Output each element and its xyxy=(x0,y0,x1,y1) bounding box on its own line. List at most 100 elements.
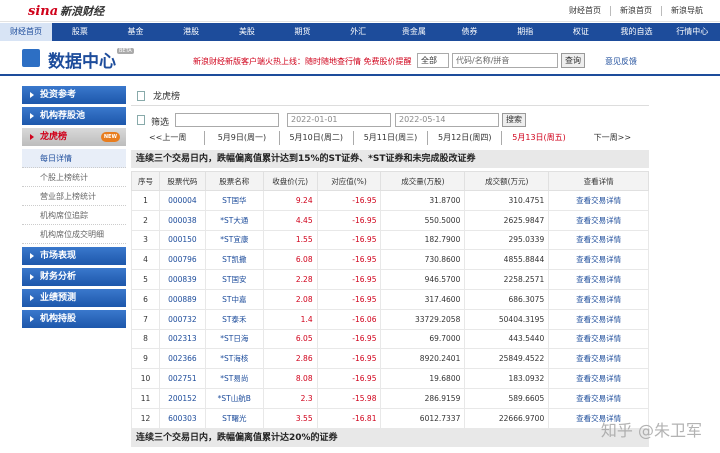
start-date-input[interactable]: 2022-01-01 xyxy=(287,113,391,127)
sidebar-item-3[interactable]: 机构席位追踪 xyxy=(22,206,126,225)
table-row: 11 200152 *ST山航B 2.3 -15.98 286.9159 589.6605 查… xyxy=(131,387,649,409)
sidebar-item-1[interactable]: 个股上榜统计 xyxy=(22,168,126,187)
cell-股票名称[interactable]: *ST大通 xyxy=(204,209,264,231)
day-link-6[interactable]: 下一周>> xyxy=(576,131,649,145)
cell-成交额(万元): 443.5440 xyxy=(464,328,550,350)
page-title: 数据中心 xyxy=(48,52,116,72)
nav-item-7[interactable]: 贵金属 xyxy=(386,23,442,41)
cell-查看详情[interactable]: 查看交易详情 xyxy=(548,328,649,350)
day-link-1[interactable]: 5月9日(周一) xyxy=(204,131,278,145)
sidebar-section-label: 机构持股 xyxy=(40,314,77,324)
cell-股票名称[interactable]: ST泰禾 xyxy=(204,308,264,330)
cell-查看详情[interactable]: 查看交易详情 xyxy=(548,269,649,290)
nav-item-0[interactable]: 财经首页 xyxy=(0,23,52,41)
cell-收盘价(元): 2.08 xyxy=(262,288,318,310)
nav-item-1[interactable]: 股票 xyxy=(52,23,108,41)
day-link-5[interactable]: 5月13日(周五) xyxy=(501,131,575,145)
cell-序号: 12 xyxy=(131,407,160,429)
sidebar-section-5[interactable]: 业绩预测 xyxy=(22,289,126,307)
cell-查看详情[interactable]: 查看交易详情 xyxy=(548,190,649,211)
triangle-icon xyxy=(30,295,34,301)
nav-item-8[interactable]: 债券 xyxy=(442,23,498,41)
cell-股票代码[interactable]: 000839 xyxy=(158,269,206,290)
search-scope-select[interactable]: 全部 xyxy=(417,53,449,68)
query-button[interactable]: 查询 xyxy=(561,53,585,68)
promo-link[interactable]: 新浪财经新版客户端火热上线：随时随地查行情 免费股价提醒 xyxy=(193,56,412,67)
cell-股票代码[interactable]: 000038 xyxy=(158,209,206,231)
sidebar-item-2[interactable]: 营业部上榜统计 xyxy=(22,187,126,206)
feedback-link[interactable]: 意见反馈 xyxy=(605,56,637,67)
stock-search-input[interactable]: 代码/名称/拼音 xyxy=(452,53,558,68)
cell-成交额(万元): 183.0932 xyxy=(464,368,550,389)
table-row: 10 002751 *ST易尚 8.08 -16.95 19.6800 183.0932 查看… xyxy=(131,368,649,389)
top-link-finance-home[interactable]: 财经首页 xyxy=(560,6,610,16)
cell-成交量(万股): 19.6800 xyxy=(380,368,466,389)
day-link-0[interactable]: <<上一周 xyxy=(131,131,204,145)
cell-股票代码[interactable]: 200152 xyxy=(158,387,206,409)
cell-成交额(万元): 25849.4522 xyxy=(464,348,550,370)
cell-成交量(万股): 31.8700 xyxy=(380,190,466,211)
cell-序号: 8 xyxy=(131,328,160,350)
cell-股票代码[interactable]: 000889 xyxy=(158,288,206,310)
cell-查看详情[interactable]: 查看交易详情 xyxy=(548,308,649,330)
sidebar-section-6[interactable]: 机构持股 xyxy=(22,310,126,328)
filter-keyword-input[interactable] xyxy=(175,113,279,127)
nav-item-4[interactable]: 美股 xyxy=(219,23,275,41)
column-header-4: 对应值(%) xyxy=(316,171,382,191)
cell-查看详情[interactable]: 查看交易详情 xyxy=(548,209,649,231)
top-link-sina-home[interactable]: 新浪首页 xyxy=(610,6,661,16)
nav-item-10[interactable]: 权证 xyxy=(553,23,609,41)
search-button[interactable]: 搜索 xyxy=(502,113,526,127)
nav-item-12[interactable]: 行情中心 xyxy=(664,23,720,41)
cell-查看详情[interactable]: 查看交易详情 xyxy=(548,387,649,409)
cell-股票代码[interactable]: 600303 xyxy=(158,407,206,429)
cell-股票名称[interactable]: ST国安 xyxy=(204,269,264,290)
cell-股票代码[interactable]: 002366 xyxy=(158,348,206,370)
end-date-input[interactable]: 2022-05-14 xyxy=(395,113,499,127)
cell-股票代码[interactable]: 002751 xyxy=(158,368,206,389)
sidebar-section-2[interactable]: 龙虎榜 NEW xyxy=(22,128,126,146)
day-link-4[interactable]: 5月12日(周四) xyxy=(427,131,501,145)
sidebar-item-4[interactable]: 机构席位成交明细 xyxy=(22,225,126,244)
day-link-3[interactable]: 5月11日(周三) xyxy=(352,131,427,145)
sidebar-section-3[interactable]: 市场表现 xyxy=(22,247,126,265)
cell-股票名称[interactable]: ST国华 xyxy=(204,190,264,211)
cell-股票代码[interactable]: 000004 xyxy=(158,190,206,211)
cell-股票名称[interactable]: *ST易尚 xyxy=(204,368,264,389)
cell-股票名称[interactable]: *ST海核 xyxy=(204,348,264,370)
cell-查看详情[interactable]: 查看交易详情 xyxy=(548,288,649,310)
top-link-sina-nav[interactable]: 新浪导航 xyxy=(661,6,712,16)
data-center-icon xyxy=(22,49,40,67)
sina-finance-logo[interactable]: sina 新浪财经 xyxy=(28,3,104,19)
cell-股票名称[interactable]: *ST日海 xyxy=(204,328,264,350)
nav-item-3[interactable]: 港股 xyxy=(163,23,219,41)
sidebar-section-0[interactable]: 投资参考 xyxy=(22,86,126,104)
cell-查看详情[interactable]: 查看交易详情 xyxy=(548,368,649,389)
cell-查看详情[interactable]: 查看交易详情 xyxy=(548,348,649,370)
cell-股票名称[interactable]: ST凯撒 xyxy=(204,249,264,271)
cell-查看详情[interactable]: 查看交易详情 xyxy=(548,229,649,251)
cell-股票代码[interactable]: 000150 xyxy=(158,229,206,251)
sidebar-section-label: 财务分析 xyxy=(40,272,77,282)
cell-股票名称[interactable]: *ST山航B xyxy=(204,387,264,409)
cell-对应值(%): -16.95 xyxy=(316,190,382,211)
cell-股票名称[interactable]: ST曙光 xyxy=(204,407,264,429)
nav-item-6[interactable]: 外汇 xyxy=(330,23,386,41)
nav-item-11[interactable]: 我的自选 xyxy=(609,23,665,41)
sidebar-item-0[interactable]: 每日详情 xyxy=(22,149,126,168)
cell-股票代码[interactable]: 002313 xyxy=(158,328,206,350)
nav-item-9[interactable]: 期指 xyxy=(497,23,553,41)
cell-成交额(万元): 686.3075 xyxy=(464,288,550,310)
cell-股票代码[interactable]: 000796 xyxy=(158,249,206,271)
sidebar-section-4[interactable]: 财务分析 xyxy=(22,268,126,286)
cell-查看详情[interactable]: 查看交易详情 xyxy=(548,249,649,271)
cell-股票名称[interactable]: ST中嘉 xyxy=(204,288,264,310)
cell-股票代码[interactable]: 000732 xyxy=(158,308,206,330)
day-link-2[interactable]: 5月10日(周二) xyxy=(278,131,353,145)
new-badge: NEW xyxy=(100,132,120,142)
sidebar-section-1[interactable]: 机构荐股池 xyxy=(22,107,126,125)
nav-item-2[interactable]: 基金 xyxy=(108,23,164,41)
nav-item-5[interactable]: 期货 xyxy=(275,23,331,41)
cell-股票名称[interactable]: *ST宜康 xyxy=(204,229,264,251)
sidebar-section-label: 业绩预测 xyxy=(40,293,77,303)
